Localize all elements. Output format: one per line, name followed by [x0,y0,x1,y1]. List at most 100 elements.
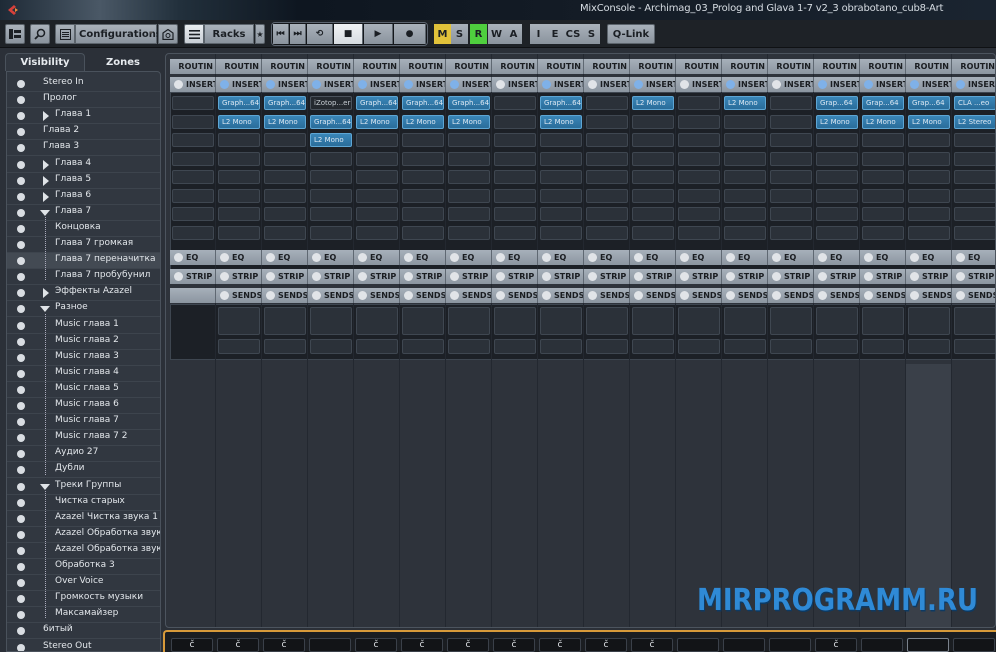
inserts-active-indicator-icon[interactable] [404,80,413,89]
state-button-w[interactable]: W [488,24,505,44]
cycle-button[interactable]: ⟲ [307,24,333,44]
visibility-item[interactable]: Концовка [7,221,160,237]
insert-slot-empty[interactable] [862,170,904,184]
strip-bypass-indicator-icon[interactable] [680,272,689,281]
visibility-toggle-dot[interactable] [17,305,25,314]
visibility-toggle-dot[interactable] [17,273,25,282]
send-slot-level[interactable] [954,339,995,354]
inserts-bypass-indicator-icon[interactable] [772,80,781,89]
visibility-toggle-dot[interactable] [17,466,25,475]
routing-header[interactable]: ROUTIN [400,59,446,74]
expand-arrow-icon[interactable] [43,175,49,186]
visibility-toggle-dot[interactable] [17,498,25,507]
strip-header[interactable]: STRIP [400,269,446,284]
visibility-item[interactable]: Глава 3 [7,140,160,157]
sends-header[interactable]: SENDS [676,288,722,303]
insert-slot-empty[interactable] [632,151,674,166]
insert-slot-empty[interactable] [632,170,674,184]
eq-header[interactable]: EQ [814,250,860,265]
insert-slot-empty[interactable] [172,207,214,221]
racks-menu-button[interactable] [184,24,204,44]
insert-slot-empty[interactable] [770,96,812,110]
inserts-bypass-indicator-icon[interactable] [174,80,183,89]
collapse-arrow-icon[interactable] [40,209,50,216]
send-slot[interactable] [402,307,444,335]
send-slot-level[interactable] [218,339,260,354]
search-button[interactable] [30,24,50,44]
visibility-item[interactable]: Разное [7,301,160,318]
visibility-toggle-dot[interactable] [17,546,25,555]
go-to-start-button[interactable]: ⏮ [273,24,289,44]
insert-slot-empty[interactable] [172,133,214,147]
eq-bypass-indicator-icon[interactable] [220,253,229,262]
racks-button[interactable]: Racks [204,24,254,44]
visibility-item[interactable]: Глава 2 [7,124,160,141]
send-slot[interactable] [632,307,674,335]
insert-slot-empty[interactable] [402,207,444,221]
insert-slot-empty[interactable] [540,188,582,203]
eq-header[interactable]: EQ [354,250,400,265]
insert-slot-empty[interactable] [632,225,674,240]
insert-slot-empty[interactable] [402,151,444,166]
strip-header[interactable]: STRIP [952,269,995,284]
visibility-toggle-dot[interactable] [17,643,25,651]
strip-bypass-indicator-icon[interactable] [956,272,965,281]
visibility-toggle-dot[interactable] [17,434,25,443]
insert-slot-empty[interactable] [494,96,536,110]
visibility-toggle-dot[interactable] [17,112,25,121]
insert-slot-empty[interactable] [954,133,995,147]
visibility-toggle-dot[interactable] [17,80,25,88]
channel-button-e[interactable]: E [547,24,563,44]
strip-header[interactable]: STRIP [170,269,216,284]
insert-slot-plugin[interactable]: Graph...64 [540,96,582,110]
sends-bypass-indicator-icon[interactable] [496,291,505,300]
sends-bypass-indicator-icon[interactable] [404,291,413,300]
strip-header[interactable]: STRIP [906,269,952,284]
eq-bypass-indicator-icon[interactable] [772,253,781,262]
insert-slot-empty[interactable] [678,170,720,184]
visibility-toggle-dot[interactable] [17,482,25,491]
insert-slot-plugin[interactable]: iZotop...er [310,96,352,110]
insert-slot-empty[interactable] [770,133,812,147]
window-layout-button[interactable] [5,24,25,44]
sends-bypass-indicator-icon[interactable] [634,291,643,300]
sends-header[interactable]: SENDS [354,288,400,303]
insert-slot-empty[interactable] [540,133,582,147]
insert-slot-empty[interactable] [218,207,260,221]
routing-header[interactable]: ROUTIN [170,59,216,74]
strip-bypass-indicator-icon[interactable] [496,272,505,281]
insert-slot-empty[interactable] [172,151,214,166]
insert-slot-empty[interactable] [632,114,674,129]
insert-slot-empty[interactable] [770,170,812,184]
channel-bottom-slot[interactable]: č [447,638,489,652]
inserts-header[interactable]: INSERTS [952,77,995,92]
visibility-item[interactable]: Эффекты Azazel [7,285,160,302]
insert-slot-plugin[interactable]: L2 Mono [724,96,766,110]
channel-bottom-slot[interactable]: č [355,638,397,652]
insert-slot-plugin[interactable]: L2 Mono [310,133,352,147]
send-slot[interactable] [678,307,720,335]
channel-button-i[interactable]: I [530,24,547,44]
insert-slot-empty[interactable] [356,225,398,240]
insert-slot-empty[interactable] [172,96,214,110]
insert-slot-empty[interactable] [816,133,858,147]
channel-bottom-slot[interactable] [907,638,949,652]
inserts-header[interactable]: INSERTS [630,77,676,92]
insert-slot-empty[interactable] [816,188,858,203]
insert-slot-empty[interactable] [770,188,812,203]
insert-slot-empty[interactable] [172,188,214,203]
insert-slot-plugin[interactable]: L2 Mono [402,114,444,129]
inserts-header[interactable]: INSERTS [492,77,538,92]
visibility-toggle-dot[interactable] [17,128,25,137]
eq-bypass-indicator-icon[interactable] [910,253,919,262]
insert-slot-empty[interactable] [678,114,720,129]
insert-slot-plugin[interactable]: L2 Mono [448,114,490,129]
visibility-toggle-dot[interactable] [17,530,25,539]
insert-slot-empty[interactable] [586,133,628,147]
go-to-end-button[interactable]: ⏭ [290,24,306,44]
inserts-active-indicator-icon[interactable] [956,80,965,89]
eq-bypass-indicator-icon[interactable] [956,253,965,262]
routing-header[interactable]: ROUTIN [584,59,630,74]
routing-header[interactable]: ROUTIN [722,59,768,74]
channel-bottom-slot[interactable] [769,638,811,652]
